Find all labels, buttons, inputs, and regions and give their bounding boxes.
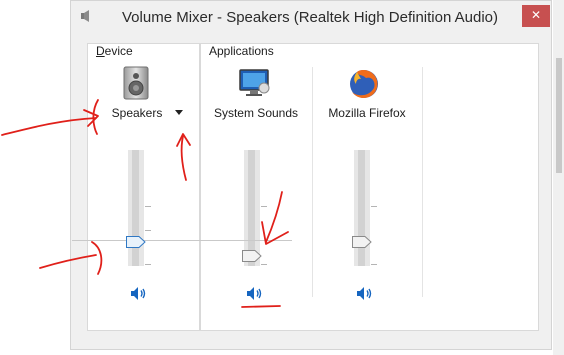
firefox-icon — [348, 68, 380, 105]
speaker-title-icon — [80, 9, 92, 28]
volume-slider-firefox[interactable] — [354, 150, 370, 266]
slider-tick — [371, 264, 377, 265]
applications-section-label: Applications — [207, 44, 276, 58]
slider-tick — [261, 206, 267, 207]
slider-tick — [261, 264, 267, 265]
speakers-label[interactable]: Speakers — [107, 106, 167, 120]
slider-tick — [371, 206, 377, 207]
close-button[interactable]: ✕ — [522, 5, 550, 27]
mute-firefox-button[interactable] — [356, 286, 374, 301]
slider-tick — [145, 230, 151, 231]
volume-thumb-firefox[interactable] — [352, 235, 372, 248]
volume-slider-speakers[interactable] — [128, 150, 144, 266]
scrollbar-track[interactable] — [553, 0, 564, 355]
slider-tick — [145, 264, 151, 265]
speaker-device-icon — [120, 66, 152, 105]
channel-divider — [312, 67, 313, 297]
mute-speakers-button[interactable] — [130, 286, 148, 301]
chevron-down-icon[interactable] — [175, 110, 183, 115]
slider-tick — [145, 206, 151, 207]
device-section-label: Device — [94, 44, 135, 58]
mute-system-sounds-button[interactable] — [246, 286, 264, 301]
firefox-label: Mozilla Firefox — [328, 106, 406, 120]
volume-thumb-system-sounds[interactable] — [242, 249, 262, 262]
system-sounds-label: System Sounds — [213, 106, 299, 120]
scrollbar-thumb[interactable] — [556, 58, 562, 173]
window-title: Volume Mixer - Speakers (Realtek High De… — [122, 9, 499, 26]
volume-thumb-speakers[interactable] — [126, 235, 146, 248]
system-sounds-icon — [238, 68, 272, 103]
channel-divider — [422, 67, 423, 297]
master-level-line — [72, 240, 292, 241]
